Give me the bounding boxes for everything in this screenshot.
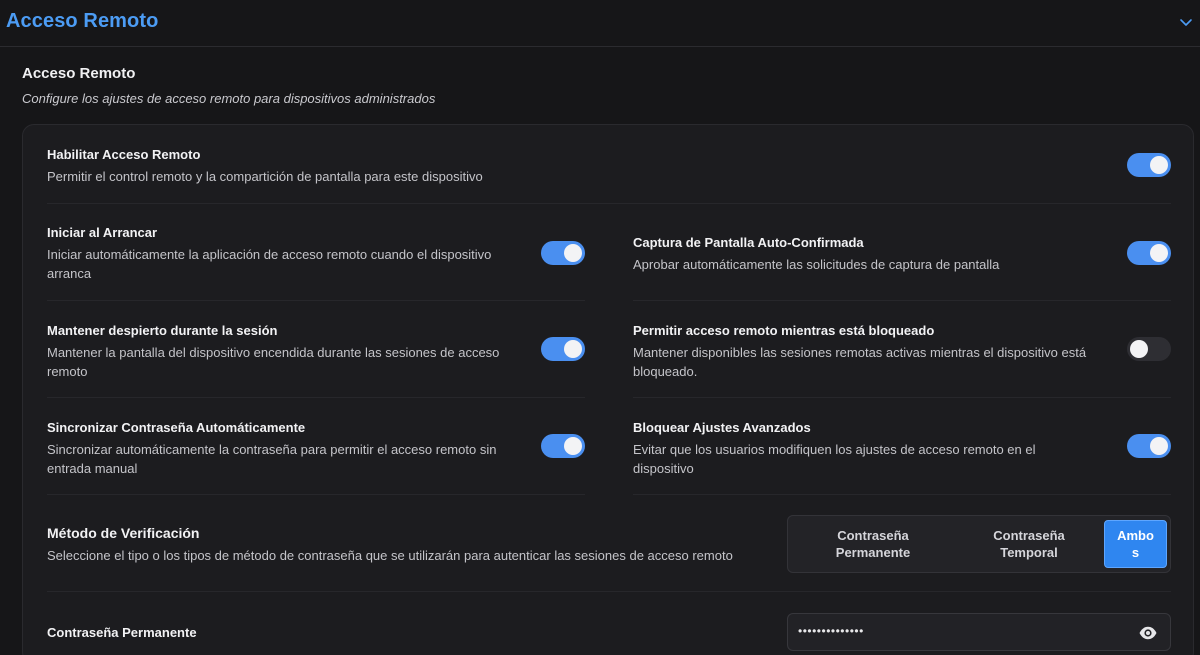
panel-title: Acceso Remoto — [6, 10, 159, 32]
setting-sync-password: Sincronizar Contraseña Automáticamente S… — [47, 419, 517, 478]
setting-description: Permitir el control remoto y la comparti… — [47, 169, 483, 184]
setting-description: Aprobar automáticamente las solicitudes … — [633, 257, 1000, 272]
divider — [633, 494, 1171, 495]
password-value: •••••••••••••• — [798, 624, 864, 638]
divider — [47, 300, 585, 301]
setting-auto-confirm-capture: Captura de Pantalla Auto-Confirmada Apro… — [633, 234, 1103, 274]
setting-enable-remote-access: Habilitar Acceso Remoto Permitir el cont… — [47, 146, 607, 186]
setting-description: Seleccione el tipo o los tipos de método… — [47, 548, 733, 563]
option-permanent-password[interactable]: Contraseña Permanente — [798, 520, 948, 568]
divider — [633, 397, 1171, 398]
toggle-knob — [1130, 340, 1148, 358]
toggle-knob — [564, 340, 582, 358]
setting-start-on-boot: Iniciar al Arrancar Iniciar automáticame… — [47, 224, 517, 283]
setting-description: Evitar que los usuarios modifiquen los a… — [633, 442, 1036, 476]
setting-title: Sincronizar Contraseña Automáticamente — [47, 420, 306, 435]
keep-awake-toggle[interactable] — [541, 337, 585, 361]
setting-verification-method: Método de Verificación Seleccione el tip… — [47, 525, 767, 565]
setting-allow-while-locked: Permitir acceso remoto mientras está blo… — [633, 322, 1103, 381]
setting-keep-awake: Mantener despierto durante la sesión Man… — [47, 322, 517, 381]
remote-access-page: Acceso Remoto Acceso Remoto Configure lo… — [0, 0, 1200, 655]
setting-description: Sincronizar automáticamente la contraseñ… — [47, 442, 497, 476]
section-subtitle: Configure los ajustes de acceso remoto p… — [22, 91, 436, 106]
toggle-knob — [1150, 437, 1168, 455]
enable-remote-access-toggle[interactable] — [1127, 153, 1171, 177]
toggle-knob — [564, 244, 582, 262]
option-temporary-password[interactable]: Contraseña Temporal — [954, 520, 1104, 568]
setting-title: Habilitar Acceso Remoto — [47, 147, 201, 162]
allow-while-locked-toggle[interactable] — [1127, 337, 1171, 361]
lock-advanced-toggle[interactable] — [1127, 434, 1171, 458]
verification-method-selector[interactable]: Contraseña Permanente Contraseña Temporal … — [787, 515, 1171, 573]
divider — [47, 203, 1171, 204]
chevron-down-icon[interactable] — [1178, 14, 1194, 30]
setting-description: Mantener disponibles las sesiones remota… — [633, 345, 1087, 379]
setting-title: Contraseña Permanente — [47, 625, 197, 640]
setting-title: Iniciar al Arrancar — [47, 225, 158, 240]
setting-description: Mantener la pantalla del dispositivo enc… — [47, 345, 500, 379]
divider — [633, 300, 1171, 301]
setting-title: Método de Verificación — [47, 525, 200, 541]
toggle-knob — [1150, 156, 1168, 174]
divider — [47, 397, 585, 398]
setting-title: Bloquear Ajustes Avanzados — [633, 420, 811, 435]
start-on-boot-toggle[interactable] — [541, 241, 585, 265]
setting-title: Permitir acceso remoto mientras está blo… — [633, 323, 935, 338]
eye-icon[interactable] — [1138, 623, 1158, 643]
section-title: Acceso Remoto — [22, 65, 136, 82]
setting-title: Mantener despierto durante la sesión — [47, 323, 278, 338]
setting-permanent-password: Contraseña Permanente — [47, 624, 447, 641]
divider — [47, 494, 585, 495]
divider — [47, 591, 1171, 592]
toggle-knob — [1150, 244, 1168, 262]
option-label: Contraseña Temporal — [993, 528, 1065, 560]
option-label: Contraseña Permanente — [835, 528, 911, 560]
option-both[interactable]: Ambo s — [1104, 520, 1167, 568]
auto-confirm-capture-toggle[interactable] — [1127, 241, 1171, 265]
settings-card: Habilitar Acceso Remoto Permitir el cont… — [22, 124, 1194, 655]
toggle-knob — [564, 437, 582, 455]
permanent-password-input[interactable]: •••••••••••••• — [787, 613, 1171, 651]
option-label: Ambo s — [1117, 528, 1154, 560]
setting-description: Iniciar automáticamente la aplicación de… — [47, 247, 492, 281]
sync-password-toggle[interactable] — [541, 434, 585, 458]
panel-header[interactable]: Acceso Remoto — [0, 0, 1200, 47]
setting-title: Captura de Pantalla Auto-Confirmada — [633, 235, 864, 250]
setting-lock-advanced: Bloquear Ajustes Avanzados Evitar que lo… — [633, 419, 1073, 478]
